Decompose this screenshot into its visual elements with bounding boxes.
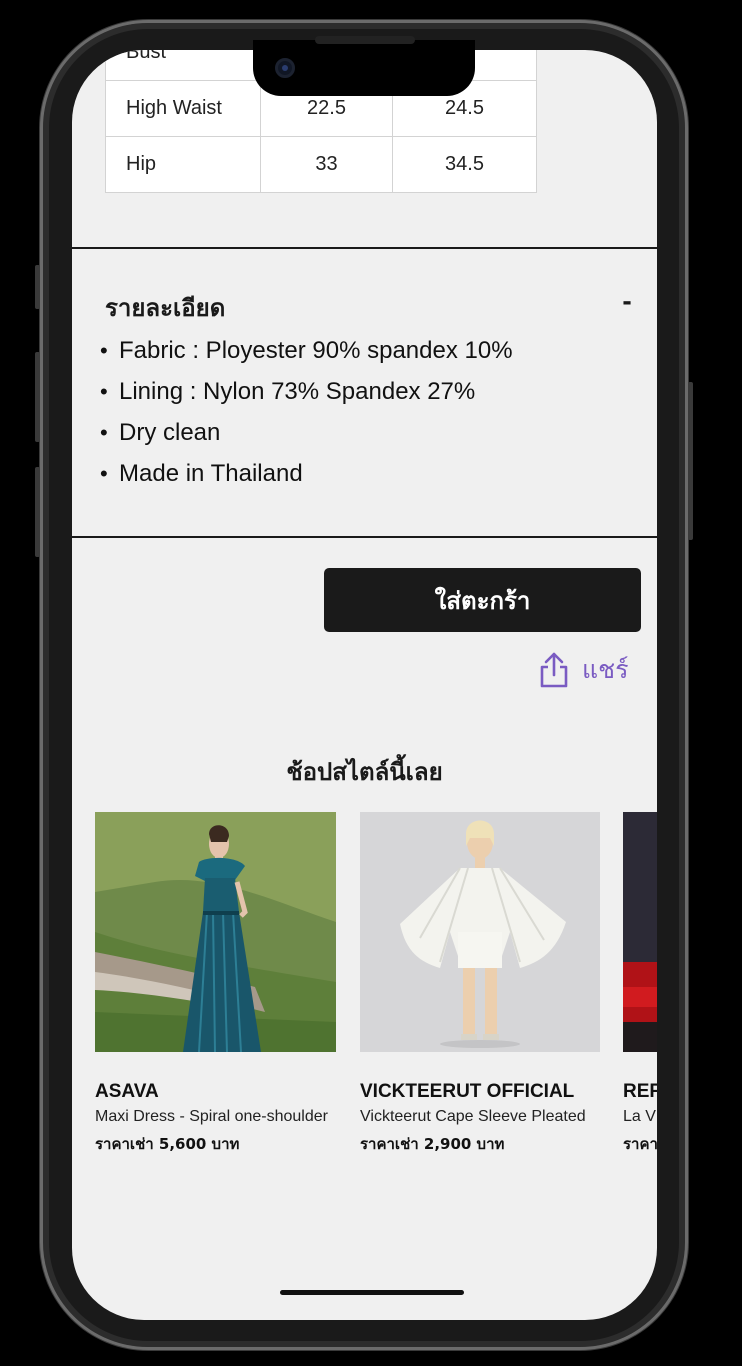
power-button (688, 382, 693, 540)
product-card[interactable]: VICKTEERUT OFFICIAL Vickteerut Cape Slee… (360, 812, 601, 1156)
product-carousel[interactable]: ASAVA Maxi Dress - Spiral one-shoulder ร… (95, 812, 657, 1172)
list-item: • Fabric : Ployester 90% spandex 10% (100, 335, 513, 376)
size-value: 34.5 (392, 136, 537, 193)
product-price: ราคา (623, 1135, 657, 1153)
app-screen: Bust 5 High Waist 22.5 24.5 Hip 33 34.5 … (72, 50, 657, 1320)
table-row: Hip 33 34.5 (105, 136, 537, 193)
product-brand: ASAVA (95, 1081, 159, 1102)
volume-up-button (35, 352, 40, 442)
size-row-label: Bust (105, 50, 261, 81)
detail-text: Dry clean (119, 419, 221, 446)
product-name: La V (623, 1108, 656, 1125)
product-name: Vickteerut Cape Sleeve Pleated (360, 1108, 586, 1125)
shop-section-title: ช้อปสไตล์นี้เลย (286, 758, 443, 786)
speaker-grille (315, 36, 415, 44)
share-label: แชร์ (582, 655, 629, 684)
list-item: • Lining : Nylon 73% Spandex 27% (100, 376, 513, 417)
size-row-label: Hip (105, 136, 261, 193)
section-divider (72, 536, 657, 538)
product-price: ราคาเช่า 2,900 บาท (360, 1135, 505, 1153)
list-item: • Dry clean (100, 417, 513, 458)
details-heading: รายละเอียด (105, 294, 226, 322)
product-price: ราคาเช่า 5,600 บาท (95, 1135, 240, 1153)
section-divider (72, 247, 657, 249)
product-image[interactable] (623, 812, 657, 1052)
product-brand: VICKTEERUT OFFICIAL (360, 1081, 575, 1102)
product-image[interactable] (95, 812, 336, 1052)
size-value: 33 (260, 136, 393, 193)
camera-notch (253, 36, 475, 96)
volume-down-button (35, 467, 40, 557)
home-indicator[interactable] (280, 1290, 464, 1295)
product-card[interactable]: ASAVA Maxi Dress - Spiral one-shoulder ร… (95, 812, 336, 1156)
product-name: Maxi Dress - Spiral one-shoulder (95, 1108, 328, 1125)
details-collapse-button[interactable]: - (612, 286, 642, 316)
share-icon (540, 652, 568, 688)
details-list: • Fabric : Ployester 90% spandex 10% • Lin… (100, 335, 513, 499)
product-card[interactable]: REF La V ราคา (623, 812, 657, 1156)
product-image[interactable] (360, 812, 601, 1052)
share-button[interactable]: แชร์ (538, 650, 629, 690)
size-row-label: High Waist (105, 80, 261, 137)
detail-text: Made in Thailand (119, 460, 303, 487)
detail-text: Lining : Nylon 73% Spandex 27% (119, 378, 476, 405)
add-to-cart-button[interactable]: ใส่ตะกร้า (324, 568, 641, 632)
list-item: • Made in Thailand (100, 458, 513, 499)
product-brand: REF (623, 1081, 657, 1102)
detail-text: Fabric : Ployester 90% spandex 10% (119, 337, 513, 364)
mute-switch (35, 265, 40, 309)
front-camera-icon (275, 58, 295, 78)
